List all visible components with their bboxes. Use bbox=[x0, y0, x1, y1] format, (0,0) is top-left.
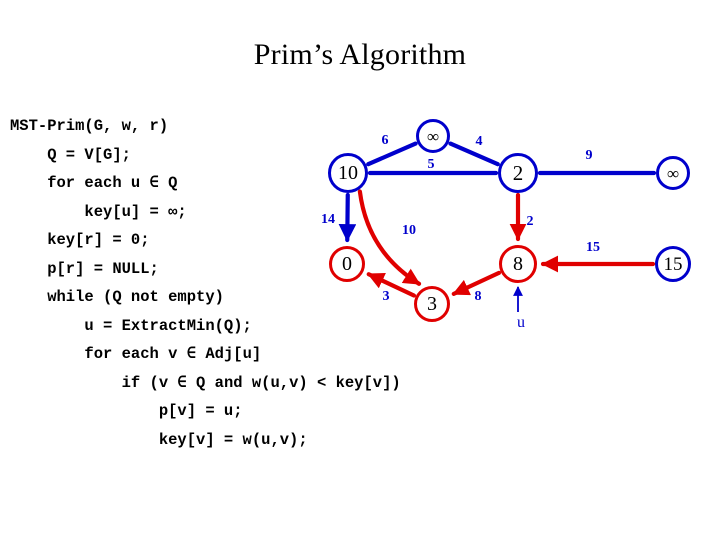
node-key: ∞ bbox=[426, 126, 440, 146]
node-key: 2 bbox=[512, 160, 524, 185]
pseudocode-line: Q = V[G]; bbox=[10, 145, 131, 164]
edge-weight-label: 6 bbox=[381, 133, 389, 148]
graph-node: ∞ bbox=[416, 119, 450, 153]
graph-node: 0 bbox=[329, 246, 365, 282]
node-key: 8 bbox=[513, 253, 523, 275]
pointer-label: u bbox=[517, 314, 525, 331]
graph-node: 15 bbox=[655, 246, 691, 282]
pseudocode-line: MST-Prim(G, w, r) bbox=[10, 117, 169, 135]
pseudocode-line: p[r] = NULL; bbox=[10, 259, 159, 278]
node-key: 15 bbox=[663, 253, 683, 275]
node-key: 0 bbox=[342, 253, 352, 275]
page-title: Prim’s Algorithm bbox=[253, 38, 467, 71]
pseudocode-line: p[v] = u; bbox=[10, 402, 243, 420]
pseudocode-line: for each v ∈ Adj[u] bbox=[10, 345, 262, 363]
pseudocode-block: MST-Prim(G, w, r) Q = V[G]; for each u ∈… bbox=[10, 112, 570, 454]
edge-weight-label: 2 bbox=[526, 214, 534, 229]
pseudocode-line: u = ExtractMin(Q); bbox=[10, 316, 252, 335]
graph-node: 10 bbox=[328, 153, 368, 193]
slide-canvas: Prim’s Algorithm MST-Prim(G, w, r) Q = V… bbox=[0, 0, 720, 540]
edge-weight-label: 9 bbox=[585, 148, 593, 163]
edge-weight-label: 3 bbox=[382, 289, 390, 304]
edge-weight-label: 8 bbox=[474, 289, 482, 304]
pseudocode-line: for each u ∈ Q bbox=[10, 174, 178, 192]
node-key: 3 bbox=[427, 293, 437, 315]
graph-node: 2 bbox=[498, 153, 538, 193]
node-key: ∞ bbox=[666, 163, 680, 183]
pseudocode-line: key[v] = w(u,v); bbox=[10, 430, 308, 449]
pseudocode-line: key[r] = 0; bbox=[10, 231, 150, 249]
pseudocode-line: key[u] = ∞; bbox=[10, 202, 187, 221]
node-key: 10 bbox=[338, 162, 358, 184]
edge-weight-label: 14 bbox=[321, 212, 335, 227]
graph-node: ∞ bbox=[656, 156, 690, 190]
pseudocode-line: if (v ∈ Q and w(u,v) < key[v]) bbox=[10, 373, 401, 392]
edge-weight-label: 15 bbox=[586, 240, 600, 255]
edge-weight-label: 10 bbox=[402, 223, 416, 238]
edge-weight-label: 4 bbox=[475, 134, 483, 149]
edge-weight-label: 5 bbox=[427, 157, 435, 172]
graph-node: 8 bbox=[499, 245, 537, 283]
graph-node: 3 bbox=[414, 286, 450, 322]
pseudocode-line: while (Q not empty) bbox=[10, 288, 224, 306]
